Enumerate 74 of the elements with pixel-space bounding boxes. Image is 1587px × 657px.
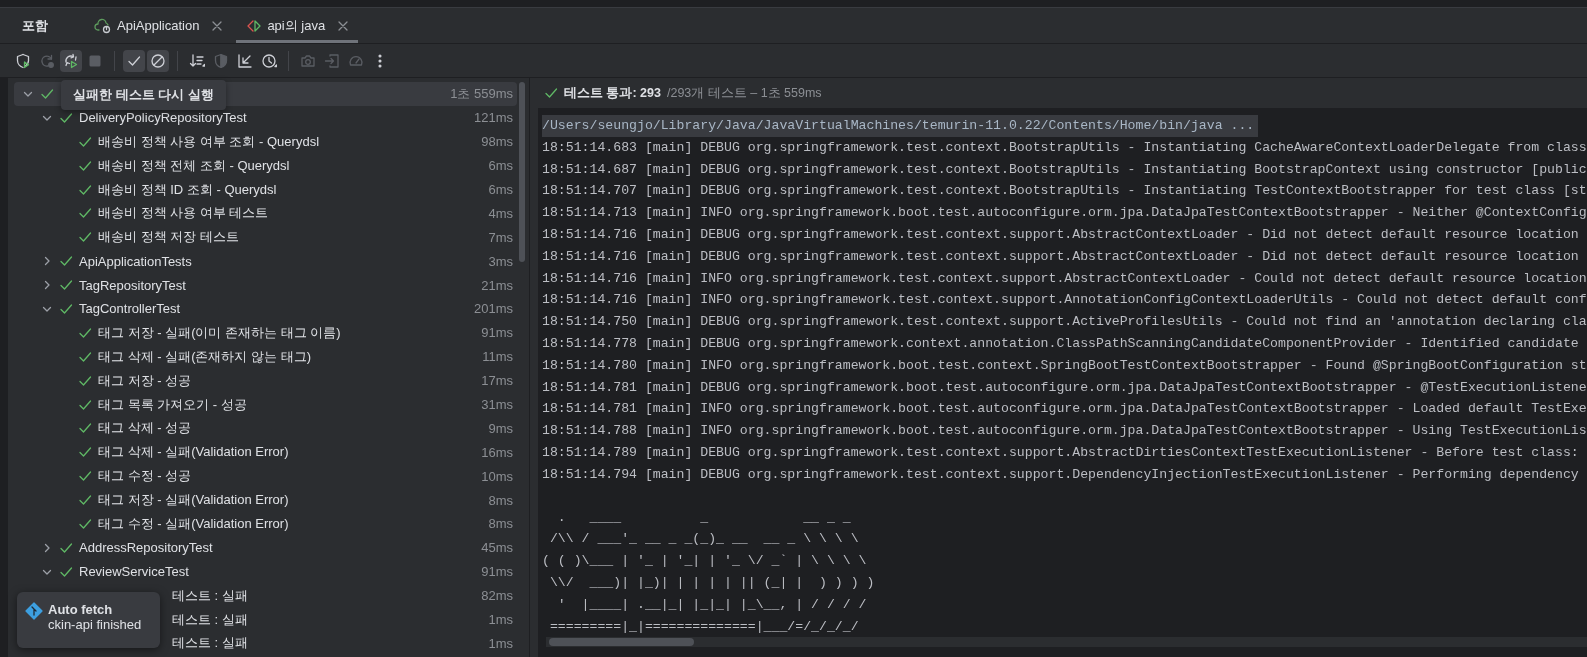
log-line: 18:51:14.750 [main] DEBUG org.springframework.test.context.support.ActiveProfilesUtils - Could not find an 'annotation declaring cla [542, 313, 1587, 332]
sort-icon [189, 52, 205, 69]
test-name: 테스트 : 실패 [172, 635, 248, 651]
banner-line: /\\ / ___'_ __ _ _(_)_ __ __ _ \ \ \ \ [548, 530, 860, 549]
tooltip: 실패한 테스트 다시 실행 [61, 80, 226, 110]
log-line: 18:51:14.716 [main] INFO org.springframework.test.context.support.AnnotationConfigContextLoaderUtils - Could not detect default conf [542, 291, 1587, 310]
log-line: 18:51:14.716 [main] DEBUG org.springframework.test.context.support.AbstractContextLoader - Did not detect default resource location [542, 247, 1580, 266]
log-line: 18:51:14.778 [main] DEBUG org.springframework.context.annotation.ClassPathScanningCandidateComponentProvider - Identified candidate [542, 334, 1580, 353]
rerun-icon [39, 52, 55, 69]
log-line: 18:51:14.716 [main] DEBUG org.springframework.test.context.support.AbstractContextLoader - Did not detect default resource location [542, 226, 1580, 244]
log-line: 18:51:14.788 [main] INFO org.springframework.boot.test.autoconfigure.orm.jpa.DataJpaTestContextBootstrapper - Using TestExecutionLis [542, 422, 1587, 441]
tree-row[interactable]: 배송비 정책 ID 조회 - Querydsl 6ms [14, 177, 517, 202]
scrollbar-thumb[interactable] [549, 638, 694, 647]
notification-title: Auto fetch [48, 602, 114, 617]
banner-line: ( ( )\___ | '_ | '_| | '_ \/ _` | \ \ \ \ [542, 552, 868, 571]
log-line: 18:51:14.713 [main] INFO org.springframework.boot.test.autoconfigure.orm.jpa.DataJpaTestContextBootstrapper - Neither @ContextConfig [542, 204, 1587, 223]
tab[interactable]: api의 java [236, 8, 359, 43]
clock-icon [261, 52, 277, 69]
tree-row[interactable]: AddressRepositoryTest 45ms [14, 535, 517, 560]
tree-row[interactable]: 배송비 정책 사용 여부 조회 - Querydsl 98ms [14, 129, 517, 154]
diamond-branch-icon [25, 602, 43, 620]
tree-row[interactable]: 태그 삭제 - 실패(존재하지 않는 태그) 11ms [14, 344, 517, 369]
log-line: 18:51:14.716 [main] INFO org.springframework.test.context.support.AbstractContextLoader - Could not detect default resource location [542, 269, 1587, 288]
prohibited-button[interactable] [147, 49, 169, 72]
import-icon [324, 52, 340, 69]
notification-message: ckin-api finished [48, 617, 142, 632]
log-line: 18:51:14.683 [main] DEBUG org.springframework.test.context.BootstrapUtils - Instantiating CacheAwareContextLoaderDelegate from class [542, 138, 1587, 157]
tree-row[interactable]: 태그 삭제 - 성공 9ms [14, 416, 517, 441]
close-icon [338, 20, 349, 31]
collapse-arrow-icon [237, 52, 253, 69]
log-line: 18:51:14.707 [main] DEBUG org.springframework.test.context.BootstrapUtils - Instantiating TestContextBootstrapper for test class [st [542, 182, 1587, 201]
tree-row[interactable]: 태그 저장 - 성공 17ms [14, 368, 517, 393]
test-name: 테스트 : 실패 [172, 611, 248, 627]
test-name: 테스트 : 실패 [172, 587, 248, 603]
tree-row[interactable]: 태그 수정 - 실패(Validation Error) 8ms [14, 512, 517, 536]
duration: 1ms [488, 635, 513, 651]
tree-row[interactable]: ApiApplicationTests 3ms [14, 249, 517, 274]
log-line: 18:51:14.789 [main] DEBUG org.springframework.test.context.support.AbstractDirtiesContextTestExecutionListener - Before test class: [542, 443, 1580, 462]
result-label: 테스트 통과: 293 [564, 84, 661, 102]
camera-icon [300, 52, 316, 69]
panel-title: 포함 [22, 16, 48, 35]
tree-row[interactable]: ReviewServiceTest 91ms [14, 559, 517, 584]
check-button[interactable] [123, 49, 145, 72]
duration: 82ms [481, 588, 513, 604]
log-line: 18:51:14.687 [main] DEBUG org.springframework.test.context.BootstrapUtils - Instantiating BootstrapContext using constructor [public [542, 160, 1587, 179]
rerun-failed-icon [63, 52, 79, 69]
banner-line: \\/ ___)| |_)| | | | | || (_| | ) ) ) ) [548, 573, 876, 592]
tree-row[interactable]: 태그 수정 - 성공 10ms [14, 464, 517, 489]
shield-icon [213, 52, 229, 69]
tree-row[interactable]: 태그 삭제 - 실패(Validation Error) 16ms [14, 440, 517, 465]
prohibited-icon [150, 52, 166, 69]
tree-row[interactable]: TagControllerTest 201ms [14, 297, 517, 321]
tree-row[interactable]: 배송비 정책 전체 조회 - Querydsl 6ms [14, 153, 517, 178]
banner-line: ' |____| .__|_| |_|_| |_\__, | / / / / [556, 595, 868, 614]
duration: 1ms [488, 612, 513, 628]
shield-play-icon [15, 52, 31, 69]
rerun-failed-button[interactable] [60, 49, 82, 72]
tree-row[interactable]: 배송비 정책 저장 테스트 7ms [14, 225, 517, 250]
log-line: 18:51:14.781 [main] INFO org.springframework.boot.test.autoconfigure.orm.jpa.DataJpaTestContextBootstrapper - Loaded default TestExe [542, 400, 1587, 419]
cloud-power-icon [94, 17, 112, 34]
tree-row[interactable]: TagRepositoryTest 21ms [14, 273, 517, 297]
tree-row[interactable]: 배송비 정책 사용 여부 테스트 4ms [14, 201, 517, 226]
log-line: 18:51:14.781 [main] DEBUG org.springframework.boot.test.autoconfigure.orm.jpa.DataJpaTestContextBootstrapper - @TestExecutionListene [542, 378, 1587, 397]
result-summary: /293개 테스트 – 1초 559ms [666, 84, 822, 102]
banner-line: . ____ _ __ _ _ [556, 508, 852, 527]
tree-row[interactable]: 태그 저장 - 실패(Validation Error) 8ms [14, 488, 517, 513]
log-line: 18:51:14.780 [main] INFO org.springframework.boot.test.context.SpringBootTestContextBootstrapper - Found @SpringBootConfiguration st [542, 356, 1587, 375]
tree-row[interactable]: 태그 목록 가져오기 - 성공 31ms [14, 392, 517, 417]
tab[interactable]: ApiApplication [84, 8, 233, 43]
close-icon [212, 20, 223, 31]
tree-row[interactable]: 태그 저장 - 실패(이미 존재하는 태그 이름) 91ms [14, 320, 517, 345]
scrollbar-thumb[interactable] [519, 82, 525, 262]
banner-line: =========|_|==============|___/=/_/_/_/ [548, 617, 860, 636]
log-line: 18:51:14.794 [main] DEBUG org.springframework.test.context.support.DependencyInjectionTestExecutionListener - Performing dependency [542, 465, 1580, 484]
